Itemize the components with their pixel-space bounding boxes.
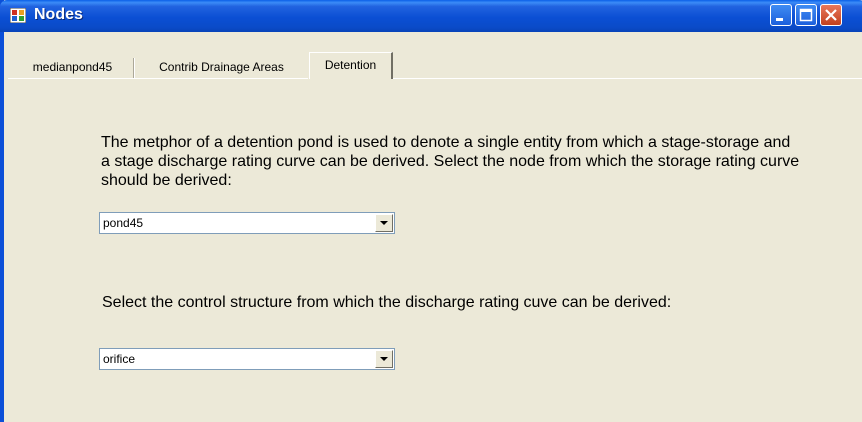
app-icon <box>10 8 26 23</box>
node-select-dropdown-button[interactable] <box>375 214 393 232</box>
title-bar[interactable]: Nodes <box>0 0 862 32</box>
tab-panel-border <box>8 78 308 79</box>
close-button[interactable] <box>820 4 842 26</box>
minimize-icon <box>776 18 783 21</box>
control-structure-prompt: Select the control structure from which … <box>102 294 672 311</box>
chevron-down-icon <box>380 221 388 225</box>
node-select-value: pond45 <box>103 216 144 230</box>
chevron-down-icon <box>380 357 388 361</box>
maximize-icon <box>799 8 813 22</box>
tab-panel-border-right <box>393 78 862 79</box>
maximize-button[interactable] <box>795 4 817 26</box>
tab-detention[interactable]: Detention <box>309 52 393 79</box>
tab-medianpond45[interactable]: medianpond45 <box>12 56 133 78</box>
window-title: Nodes <box>34 6 83 23</box>
control-structure-select[interactable]: orifice <box>99 348 395 370</box>
tab-separator <box>133 58 135 78</box>
close-icon <box>825 9 837 21</box>
control-structure-select-value: orifice <box>103 352 136 366</box>
nodes-window: Nodes medianpond45 Contrib Drainage Area… <box>0 0 862 422</box>
detention-description: The metphor of a detention pond is used … <box>101 134 800 189</box>
control-structure-dropdown-button[interactable] <box>375 350 393 368</box>
tab-contrib-drainage-areas[interactable]: Contrib Drainage Areas <box>136 56 307 78</box>
minimize-button[interactable] <box>770 4 792 26</box>
node-select[interactable]: pond45 <box>99 212 395 234</box>
